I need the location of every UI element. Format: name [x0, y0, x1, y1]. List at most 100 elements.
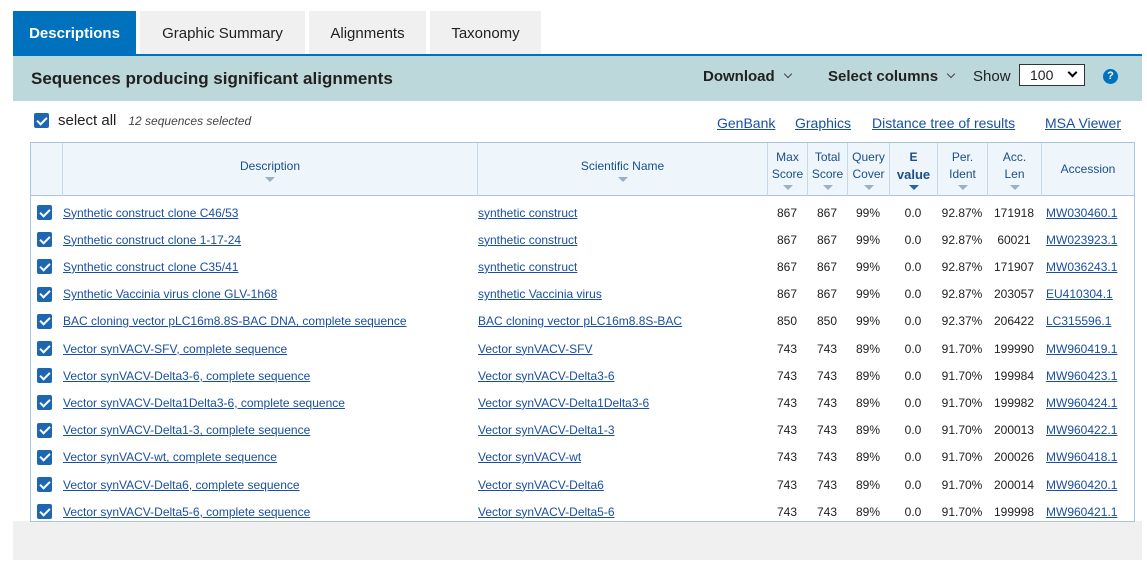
results-content: select all 12 sequences selected GenBank… — [13, 101, 1142, 522]
cell-total-score: 743 — [807, 498, 847, 525]
row-checkbox[interactable] — [37, 422, 52, 438]
description-link[interactable]: Vector synVACV-SFV, complete sequence — [63, 342, 287, 356]
row-checkbox[interactable] — [37, 368, 52, 384]
column-description[interactable]: Description — [62, 143, 477, 196]
cell-accession: MW960422.1 — [1041, 417, 1134, 444]
tab-graphic-summary[interactable]: Graphic Summary — [140, 11, 305, 55]
row-checkbox[interactable] — [37, 259, 52, 275]
tab-alignments[interactable]: Alignments — [309, 11, 426, 55]
row-checkbox[interactable] — [37, 449, 52, 465]
show-count-select[interactable]: 100 — [1019, 64, 1085, 86]
cell-scientific-name: synthetic construct — [477, 226, 767, 253]
acc-len-value: 199982 — [993, 395, 1035, 410]
msa-viewer-link[interactable]: MSA Viewer — [1045, 115, 1121, 131]
scientific-name-link[interactable]: BAC cloning vector pLC16m8.8S-BAC — [478, 314, 682, 328]
tab-taxonomy[interactable]: Taxonomy — [430, 11, 541, 55]
row-checkbox[interactable] — [37, 395, 52, 411]
accession-link[interactable]: MW960424.1 — [1046, 396, 1117, 410]
description-link[interactable]: Vector synVACV-Delta1-3, complete sequen… — [63, 423, 310, 437]
column-per-ident[interactable]: Per. Ident — [937, 143, 987, 196]
column-e-value[interactable]: E value — [889, 143, 937, 196]
scientific-name-link[interactable]: Vector synVACV-wt — [478, 450, 581, 464]
description-link[interactable]: Synthetic construct clone C46/53 — [63, 206, 238, 220]
select-all-row: select all 12 sequences selected — [34, 112, 251, 129]
description-link[interactable]: Synthetic construct clone C35/41 — [63, 260, 238, 274]
scientific-name-link[interactable]: Vector synVACV-Delta1Delta3-6 — [478, 396, 649, 410]
tab-descriptions[interactable]: Descriptions — [13, 11, 136, 55]
scientific-name-link[interactable]: synthetic construct — [478, 206, 577, 220]
cell-accession: MW960424.1 — [1041, 389, 1134, 416]
row-checkbox[interactable] — [37, 232, 52, 248]
description-link[interactable]: Vector synVACV-Delta1Delta3-6, complete … — [63, 396, 345, 410]
accession-link[interactable]: MW030460.1 — [1046, 206, 1117, 220]
accession-link[interactable]: MW960420.1 — [1046, 478, 1117, 492]
description-link[interactable]: Vector synVACV-Delta5-6, complete sequen… — [63, 505, 310, 519]
cell-description: Vector synVACV-SFV, complete sequence — [62, 335, 477, 362]
cell-description: Vector synVACV-Delta1Delta3-6, complete … — [62, 389, 477, 416]
column-scientific-name[interactable]: Scientific Name — [477, 143, 767, 196]
cell-query-cover: 99% — [847, 308, 889, 335]
description-link[interactable]: Vector synVACV-wt, complete sequence — [63, 450, 277, 464]
accession-link[interactable]: LC315596.1 — [1046, 314, 1111, 328]
row-checkbox[interactable] — [37, 205, 52, 220]
scientific-name-link[interactable]: synthetic construct — [478, 260, 577, 274]
cell-accession: LC315596.1 — [1041, 308, 1134, 335]
tab-bar: Descriptions Graphic Summary Alignments … — [13, 11, 545, 55]
row-checkbox[interactable] — [37, 313, 52, 329]
cell-accession: MW960418.1 — [1041, 444, 1134, 471]
description-link[interactable]: Vector synVACV-Delta3-6, complete sequen… — [63, 369, 310, 383]
per-ident-value: 91.70% — [941, 423, 983, 438]
cell-e-value: 0.0 — [889, 498, 937, 525]
cell-description: Synthetic Vaccinia virus clone GLV-1h68 — [62, 281, 477, 308]
cell-description: Vector synVACV-Delta5-6, complete sequen… — [62, 498, 477, 525]
query-cover-value: 99% — [855, 259, 881, 274]
row-checkbox[interactable] — [37, 477, 52, 492]
graphics-link[interactable]: Graphics — [795, 115, 851, 131]
description-link[interactable]: Synthetic Vaccinia virus clone GLV-1h68 — [63, 287, 277, 301]
cell-e-value: 0.0 — [889, 389, 937, 416]
accession-link[interactable]: MW960418.1 — [1046, 450, 1117, 464]
column-total-score[interactable]: Total Score — [807, 143, 847, 196]
e-value-value: 0.0 — [904, 341, 922, 356]
description-link[interactable]: Vector synVACV-Delta6, complete sequence — [63, 478, 300, 492]
accession-link[interactable]: MW036243.1 — [1046, 260, 1117, 274]
scientific-name-link[interactable]: Vector synVACV-SFV — [478, 342, 593, 356]
scientific-name-link[interactable]: Vector synVACV-Delta5-6 — [478, 505, 615, 519]
row-checkbox[interactable] — [37, 504, 52, 520]
accession-link[interactable]: MW960421.1 — [1046, 505, 1117, 519]
column-acc-len[interactable]: Acc. Len — [987, 143, 1041, 196]
download-dropdown[interactable]: Download — [703, 68, 792, 85]
table-row: Synthetic construct clone 1-17-24 synthet… — [31, 226, 1134, 253]
scientific-name-link[interactable]: Vector synVACV-Delta3-6 — [478, 369, 615, 383]
distance-tree-link[interactable]: Distance tree of results — [872, 115, 1015, 131]
per-ident-value: 91.70% — [941, 395, 983, 410]
row-checkbox[interactable] — [37, 286, 52, 302]
description-link[interactable]: BAC cloning vector pLC16m8.8S-BAC DNA, c… — [63, 314, 407, 328]
row-checkbox[interactable] — [37, 341, 52, 356]
select-all-label[interactable]: select all — [58, 112, 116, 129]
accession-link[interactable]: MW960419.1 — [1046, 342, 1117, 356]
help-icon[interactable]: ? — [1103, 69, 1118, 84]
scientific-name-link[interactable]: synthetic construct — [478, 233, 577, 247]
column-accession[interactable]: Accession — [1041, 143, 1134, 196]
select-columns-dropdown[interactable]: Select columns — [828, 68, 956, 85]
cell-acc-len: 200014 — [987, 471, 1041, 498]
description-link[interactable]: Synthetic construct clone 1-17-24 — [63, 233, 241, 247]
cell-e-value: 0.0 — [889, 362, 937, 389]
acc-len-value: 200026 — [993, 450, 1035, 465]
e-value-value: 0.0 — [904, 314, 922, 329]
scientific-name-link[interactable]: Vector synVACV-Delta1-3 — [478, 423, 615, 437]
accession-link[interactable]: EU410304.1 — [1046, 287, 1113, 301]
column-query-cover[interactable]: Query Cover — [847, 143, 889, 196]
accession-link[interactable]: MW960422.1 — [1046, 423, 1117, 437]
accession-link[interactable]: MW960423.1 — [1046, 369, 1117, 383]
scientific-name-link[interactable]: Vector synVACV-Delta6 — [478, 478, 604, 492]
column-e-value-label-1: E — [909, 150, 918, 164]
select-all-checkbox[interactable] — [34, 113, 49, 128]
genbank-link[interactable]: GenBank — [717, 115, 775, 131]
scientific-name-link[interactable]: synthetic Vaccinia virus — [478, 287, 602, 301]
accession-link[interactable]: MW023923.1 — [1046, 233, 1117, 247]
column-max-score[interactable]: Max Score — [767, 143, 807, 196]
cell-total-score: 743 — [807, 362, 847, 389]
show-count-value: 100 — [1030, 67, 1054, 83]
